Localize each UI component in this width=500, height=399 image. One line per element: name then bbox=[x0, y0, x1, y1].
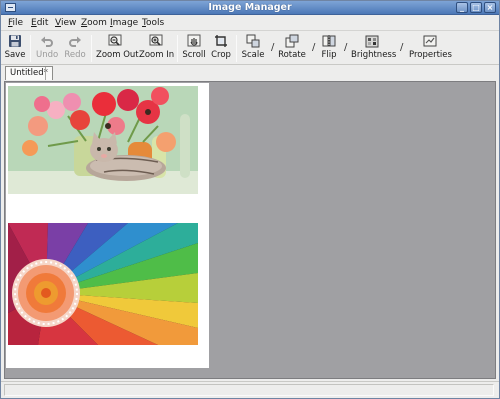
toolbar-slash-divider: / bbox=[344, 42, 348, 53]
photo-flowers-kitten[interactable] bbox=[8, 86, 198, 194]
menu-bar: File Edit View Zoom Image Tools bbox=[1, 16, 499, 31]
scale-button[interactable]: Scale bbox=[240, 34, 266, 63]
crop-icon bbox=[215, 35, 227, 47]
document-page[interactable] bbox=[6, 83, 209, 368]
tab-divider bbox=[45, 67, 46, 80]
rotate-icon bbox=[285, 34, 299, 48]
redo-button[interactable]: Redo bbox=[63, 34, 87, 63]
app-window: Image Manager _ □ × File Edit View Zoom … bbox=[0, 0, 500, 399]
flip-button[interactable]: Flip bbox=[319, 34, 339, 63]
toolbar-separator bbox=[177, 35, 178, 62]
document-tabs: Untitled* bbox=[1, 65, 499, 81]
scale-label: Scale bbox=[241, 50, 265, 60]
photo-rainbow-flower[interactable] bbox=[8, 223, 198, 345]
scroll-label: Scroll bbox=[182, 50, 206, 60]
menu-file[interactable]: File bbox=[8, 18, 23, 28]
undo-label: Undo bbox=[36, 50, 59, 60]
brightness-label: Brightness bbox=[351, 50, 397, 60]
toolbar-slash-divider: / bbox=[312, 42, 316, 53]
image-canvas[interactable] bbox=[4, 81, 496, 379]
rotate-button[interactable]: Rotate bbox=[278, 34, 306, 63]
status-field bbox=[4, 384, 494, 396]
rainbow-flower-image bbox=[8, 223, 198, 345]
zoom-out-icon bbox=[108, 34, 122, 46]
zoom-out-button[interactable]: Zoom Out bbox=[96, 34, 139, 63]
zoom-in-label: Zoom In bbox=[139, 50, 175, 60]
brightness-button[interactable]: Brightness bbox=[351, 34, 397, 63]
window-title: Image Manager bbox=[208, 2, 292, 13]
flowers-kitten-image bbox=[8, 86, 198, 194]
redo-label: Redo bbox=[64, 50, 86, 60]
floppy-disk-icon bbox=[9, 35, 21, 47]
save-label: Save bbox=[4, 50, 26, 60]
crop-button[interactable]: Crop bbox=[209, 34, 233, 63]
menu-tools[interactable]: Tools bbox=[142, 18, 164, 28]
status-bar bbox=[1, 381, 499, 398]
toolbar-separator bbox=[91, 35, 92, 62]
toolbar-separator bbox=[236, 35, 237, 62]
maximize-button[interactable]: □ bbox=[470, 2, 482, 13]
minimize-button[interactable]: _ bbox=[456, 2, 468, 13]
close-button[interactable]: × bbox=[484, 2, 496, 13]
title-bar[interactable]: Image Manager _ □ × bbox=[1, 1, 499, 15]
hand-scroll-icon bbox=[187, 34, 201, 47]
zoom-out-label: Zoom Out bbox=[96, 50, 139, 60]
toolbar-separator bbox=[30, 35, 31, 62]
menu-image[interactable]: Image bbox=[110, 18, 138, 28]
properties-label: Properties bbox=[409, 50, 452, 60]
redo-arrow-icon bbox=[69, 36, 81, 47]
undo-arrow-icon bbox=[41, 36, 53, 47]
scale-icon bbox=[246, 34, 260, 48]
toolbar: Save Undo Redo Zoom Out Zoom In Scroll C… bbox=[1, 32, 499, 65]
properties-icon bbox=[423, 35, 437, 47]
menu-view[interactable]: View bbox=[55, 18, 76, 28]
rotate-label: Rotate bbox=[278, 50, 306, 60]
menu-edit[interactable]: Edit bbox=[31, 18, 48, 28]
properties-button[interactable]: Properties bbox=[409, 34, 452, 63]
undo-button[interactable]: Undo bbox=[36, 34, 58, 63]
save-button[interactable]: Save bbox=[4, 34, 26, 63]
flip-label: Flip bbox=[321, 50, 337, 60]
crop-label: Crop bbox=[211, 50, 231, 60]
flip-icon bbox=[322, 35, 336, 47]
zoom-in-icon bbox=[149, 34, 162, 46]
zoom-in-button[interactable]: Zoom In bbox=[139, 34, 175, 63]
scroll-button[interactable]: Scroll bbox=[181, 34, 207, 63]
brightness-icon bbox=[365, 35, 379, 48]
toolbar-slash-divider: / bbox=[400, 42, 404, 53]
menu-zoom[interactable]: Zoom bbox=[81, 18, 107, 28]
toolbar-slash-divider: / bbox=[271, 42, 275, 53]
